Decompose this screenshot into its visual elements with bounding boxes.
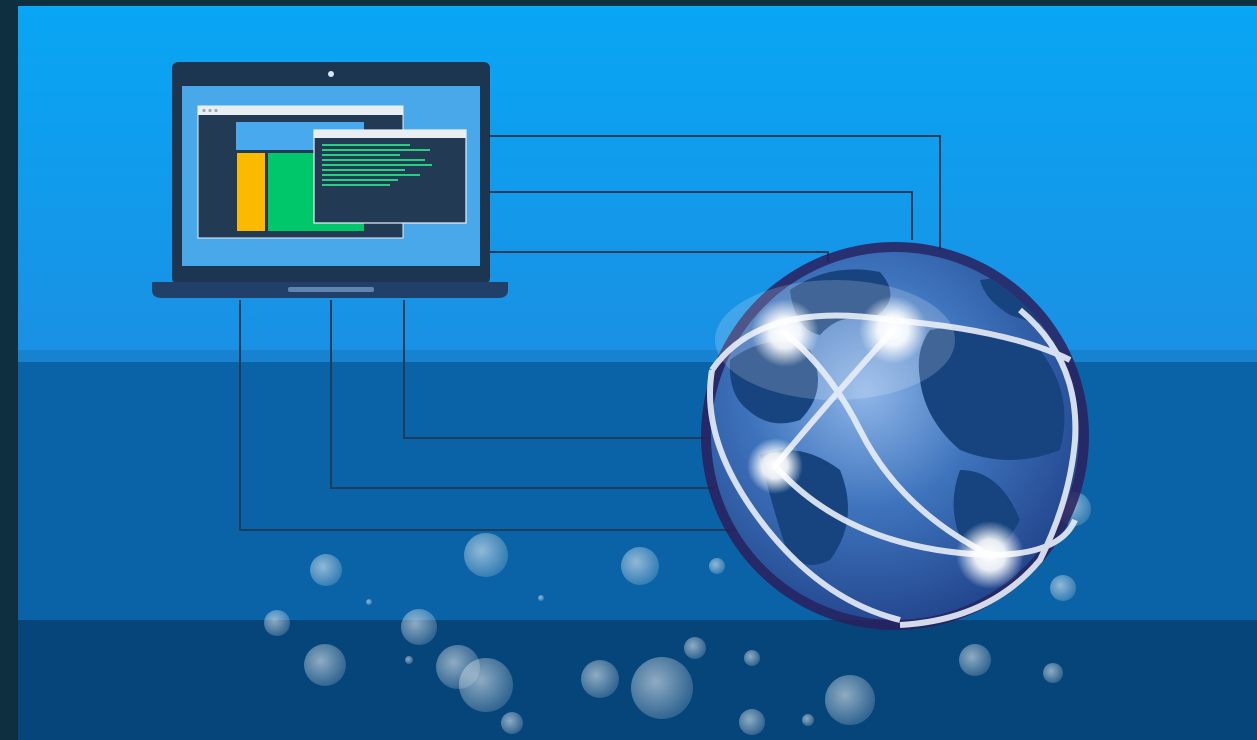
browser-titlebar	[198, 106, 403, 115]
bubble-icon	[459, 658, 513, 712]
bubble-icon	[464, 533, 508, 577]
yellow-panel	[237, 153, 265, 231]
network-node-icon	[859, 296, 927, 364]
bubble-icon	[581, 660, 619, 698]
bubble-icon	[1043, 663, 1063, 683]
bubble-icon	[744, 650, 760, 666]
bubble-icon	[538, 595, 544, 601]
network-illustration	[18, 6, 1257, 740]
terminal-window	[313, 129, 467, 224]
network-node-icon	[956, 521, 1024, 589]
bubble-icon	[621, 547, 659, 585]
laptop-trackpad	[288, 287, 374, 292]
bubble-icon	[304, 644, 346, 686]
terminal-window-icon	[313, 129, 467, 224]
network-node-icon	[751, 299, 819, 367]
bubble-icon	[264, 610, 290, 636]
bubble-icon	[1050, 575, 1076, 601]
laptop-icon	[152, 62, 508, 298]
bubble-icon	[366, 599, 372, 605]
bubble-icon	[959, 644, 991, 676]
bubble-icon	[310, 554, 342, 586]
bubble-icon	[401, 609, 437, 645]
bubble-icon	[501, 712, 523, 734]
illustration-frame	[0, 0, 1257, 740]
bubble-icon	[684, 637, 706, 659]
bubble-icon	[802, 714, 814, 726]
bubble-icon	[709, 558, 725, 574]
bubble-icon	[631, 657, 693, 719]
browser-dot-icon	[214, 108, 218, 113]
browser-dot-icon	[202, 108, 206, 113]
browser-dot-icon	[208, 108, 212, 113]
terminal-titlebar	[314, 130, 466, 138]
bubble-icon	[825, 675, 875, 725]
network-node-icon	[747, 438, 803, 494]
laptop-camera	[328, 71, 334, 77]
bubble-icon	[405, 656, 413, 664]
globe-icon	[701, 242, 1089, 630]
bubble-icon	[739, 709, 765, 735]
